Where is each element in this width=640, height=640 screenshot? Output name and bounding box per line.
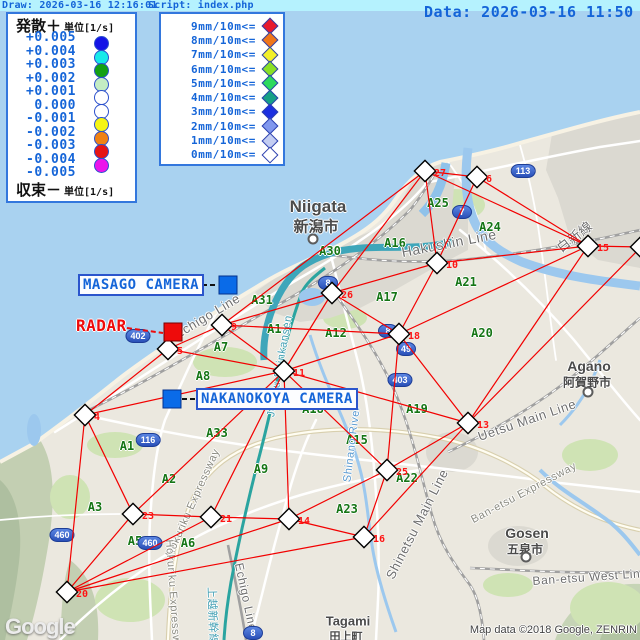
divergence-circle bbox=[94, 36, 109, 51]
rain-legend-row: 8mm/10m<= bbox=[163, 33, 278, 47]
divergence-value: -0.004 bbox=[10, 152, 76, 166]
divergence-value: -0.005 bbox=[10, 165, 76, 179]
nakanokoya-camera-label-text: NAKANOKOYA CAMERA bbox=[201, 391, 353, 407]
nakanokoya-camera-marker[interactable] bbox=[163, 390, 181, 408]
divergence-value: -0.001 bbox=[10, 111, 76, 125]
rain-legend-row: 3mm/10m<= bbox=[163, 105, 278, 119]
divergence-circles bbox=[94, 36, 114, 186]
convergence-unit: 単位[1/s] bbox=[64, 187, 114, 198]
rain-legend-label: 4mm/10m<= bbox=[191, 91, 256, 104]
rain-legend-rows: 9mm/10m<=8mm/10m<=7mm/10m<= 6mm/10m<=5mm/… bbox=[163, 19, 278, 162]
rain-legend-row: 5mm/10m<= bbox=[163, 76, 278, 90]
divergence-value: +0.001 bbox=[10, 84, 76, 98]
masago-camera-label-text: MASAGO CAMERA bbox=[83, 277, 199, 293]
rain-legend-row: 4mm/10m<= bbox=[163, 90, 278, 104]
rain-legend-label: 2mm/10m<= bbox=[191, 120, 256, 133]
divergence-legend: 発散＋単位[1/s] +0.005+0.004+0.003+0.002+0.00… bbox=[6, 12, 137, 203]
divergence-values: +0.005+0.004+0.003+0.002+0.0010.000-0.00… bbox=[10, 30, 76, 179]
masago-camera-label[interactable]: MASAGO CAMERA bbox=[78, 274, 204, 296]
radar-label-text: RADAR bbox=[76, 316, 127, 335]
divergence-circle bbox=[94, 158, 109, 173]
rain-legend-label: 6mm/10m<= bbox=[191, 63, 256, 76]
convergence-title: 収束－ bbox=[16, 181, 61, 199]
masago-camera-marker[interactable] bbox=[219, 276, 237, 294]
divergence-circle bbox=[94, 90, 109, 105]
draw-timestamp: Draw: 2026-03-16 12:16:01 bbox=[2, 0, 158, 11]
divergence-circle bbox=[94, 117, 109, 132]
rain-legend-row: 6mm/10m<= bbox=[163, 62, 278, 76]
divergence-value: -0.002 bbox=[10, 125, 76, 139]
divergence-value: -0.003 bbox=[10, 138, 76, 152]
nakanokoya-camera-label[interactable]: NAKANOKOYA CAMERA bbox=[196, 388, 358, 410]
divergence-circle bbox=[94, 144, 109, 159]
rain-legend-label: 0mm/10m<= bbox=[191, 148, 256, 161]
convergence-legend-footer: 収束－単位[1/s] bbox=[16, 179, 114, 200]
radar-connector bbox=[127, 328, 163, 333]
rain-legend-row: 7mm/10m<= bbox=[163, 48, 278, 62]
divergence-circle bbox=[94, 63, 109, 78]
script-name: Script: index.php bbox=[148, 0, 254, 11]
radar-marker[interactable] bbox=[164, 323, 182, 341]
divergence-value: +0.003 bbox=[10, 57, 76, 71]
rain-legend-row: 0mm/10m<= bbox=[163, 148, 278, 162]
rain-legend-label: 1mm/10m<= bbox=[191, 134, 256, 147]
divergence-value: +0.002 bbox=[10, 71, 76, 85]
radar-label[interactable]: RADAR bbox=[76, 316, 127, 335]
rain-legend-label: 7mm/10m<= bbox=[191, 48, 256, 61]
divergence-value: 0.000 bbox=[10, 98, 76, 112]
divergence-value: +0.004 bbox=[10, 44, 76, 58]
rain-diamond-icon bbox=[262, 146, 279, 163]
data-timestamp: Data: 2026-03-16 11:50 bbox=[424, 3, 634, 21]
map-attribution: Map data ©2018 Google, ZENRIN bbox=[470, 624, 637, 636]
rain-legend-label: 3mm/10m<= bbox=[191, 105, 256, 118]
google-logo[interactable]: Google bbox=[5, 614, 75, 640]
rain-legend-label: 9mm/10m<= bbox=[191, 20, 256, 33]
screen: A1A2A3A5A6A7A8A9A11A12A15A16A17A18A19A20… bbox=[0, 0, 640, 640]
rain-legend-row: 1mm/10m<= bbox=[163, 133, 278, 147]
divergence-value: +0.005 bbox=[10, 30, 76, 44]
rain-legend-row: 2mm/10m<= bbox=[163, 119, 278, 133]
rain-legend-label: 5mm/10m<= bbox=[191, 77, 256, 90]
rain-legend: 9mm/10m<=8mm/10m<=7mm/10m<= 6mm/10m<=5mm/… bbox=[159, 12, 285, 166]
rain-legend-row: 9mm/10m<= bbox=[163, 19, 278, 33]
rain-legend-label: 8mm/10m<= bbox=[191, 34, 256, 47]
